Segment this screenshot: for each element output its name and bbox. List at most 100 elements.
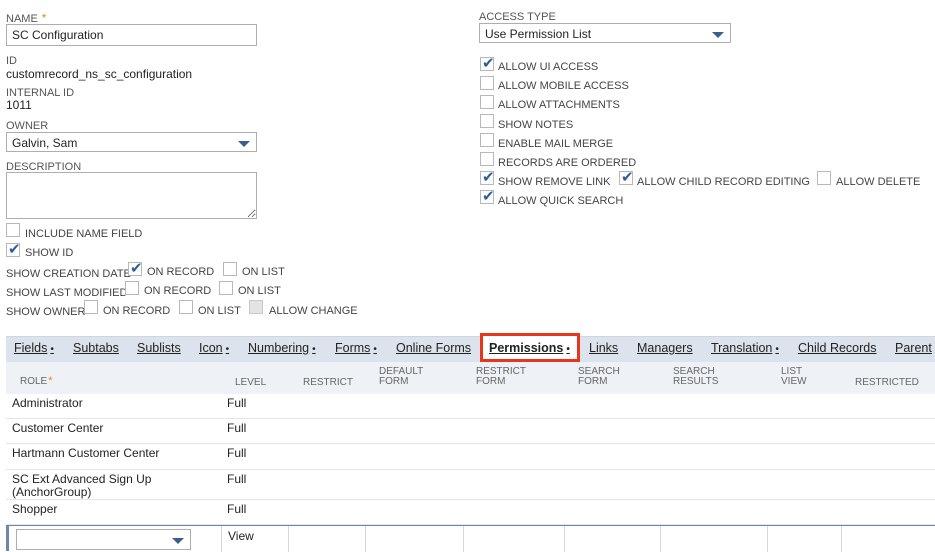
show-id-label: SHOW ID (25, 247, 74, 259)
allow-mobile-access-checkbox[interactable] (480, 76, 494, 90)
records-are-ordered-label: RECORDS ARE ORDERED (498, 157, 637, 169)
tab-online-forms[interactable]: Online Forms (396, 341, 471, 355)
tab-links[interactable]: Links (589, 341, 618, 355)
row-level: Full (227, 396, 247, 410)
tab-permissions[interactable]: Permissions • (489, 341, 570, 355)
owner-allow-change-label: ALLOW CHANGE (269, 305, 358, 317)
new-permission-row[interactable]: View (6, 525, 935, 552)
tab-subtabs[interactable]: Subtabs (73, 341, 119, 355)
allow-ui-access-label: ALLOW UI ACCESS (498, 61, 599, 73)
required-marker: * (41, 11, 47, 25)
allow-child-record-editing-checkbox[interactable]: ✔ (619, 168, 634, 186)
show-owner-label: SHOW OWNER (6, 306, 86, 318)
creation-on-record-label: ON RECORD (147, 266, 215, 278)
tab-icon[interactable]: Icon • (199, 341, 229, 355)
creation-on-record-checkbox[interactable]: ✔ (128, 259, 143, 277)
col-list-view[interactable]: LIST VIEW (781, 367, 807, 387)
allow-delete-checkbox[interactable] (817, 171, 831, 185)
modified-on-record-label: ON RECORD (144, 285, 212, 297)
checkmark-icon: ✔ (130, 259, 143, 277)
row-role: Hartmann Customer Center (12, 446, 160, 460)
tab-forms[interactable]: Forms • (335, 341, 377, 355)
row-role: Customer Center (12, 421, 104, 435)
row-role: Administrator (12, 396, 83, 410)
col-restricted[interactable]: RESTRICTED (855, 378, 919, 388)
tab-managers[interactable]: Managers (637, 341, 693, 355)
tab-parent[interactable]: Parent (895, 341, 932, 355)
show-notes-label: SHOW NOTES (498, 119, 574, 131)
owner-on-list-checkbox[interactable] (179, 300, 193, 314)
enable-mail-merge-checkbox[interactable] (480, 133, 494, 147)
row-level: Full (227, 502, 247, 516)
column-divider (288, 526, 289, 552)
include-name-field-checkbox[interactable] (6, 223, 20, 237)
row-level: Full (227, 446, 247, 460)
include-name-field-label: INCLUDE NAME FIELD (25, 228, 143, 240)
col-restrict-form[interactable]: RESTRICT FORM (476, 367, 526, 387)
show-remove-link-label: SHOW REMOVE LINK (498, 176, 611, 188)
show-notes-checkbox[interactable] (480, 114, 494, 128)
creation-on-list-checkbox[interactable] (223, 262, 237, 276)
tab-sublists[interactable]: Sublists (137, 341, 181, 355)
enable-mail-merge-label: ENABLE MAIL MERGE (498, 138, 614, 150)
records-are-ordered-checkbox[interactable] (480, 152, 494, 166)
column-divider (463, 526, 464, 552)
table-row[interactable]: Hartmann Customer Center Full (6, 444, 935, 470)
allow-child-record-editing-label: ALLOW CHILD RECORD EDITING (637, 176, 810, 188)
col-level[interactable]: LEVEL (235, 378, 266, 388)
owner-select[interactable]: Galvin, Sam (6, 132, 257, 152)
allow-quick-search-checkbox[interactable]: ✔ (480, 187, 495, 205)
access-type-select[interactable]: Use Permission List (479, 23, 731, 43)
column-divider (841, 526, 842, 552)
column-divider (221, 526, 222, 552)
col-default-form[interactable]: DEFAULT FORM (379, 367, 423, 387)
checkmark-icon: ✔ (482, 168, 495, 186)
allow-mobile-access-label: ALLOW MOBILE ACCESS (498, 80, 629, 92)
checkmark-icon: ✔ (482, 54, 495, 72)
role-select[interactable] (16, 529, 191, 550)
modified-on-list-label: ON LIST (238, 285, 281, 297)
checkmark-icon: ✔ (8, 240, 21, 258)
table-row[interactable]: Customer Center Full (6, 419, 935, 444)
modified-on-list-checkbox[interactable] (219, 281, 233, 295)
description-textarea[interactable] (6, 172, 257, 219)
column-divider (564, 526, 565, 552)
table-row[interactable]: SC Ext Advanced Sign Up (AnchorGroup) Fu… (6, 470, 935, 500)
row-level: Full (227, 421, 247, 435)
tab-numbering[interactable]: Numbering • (248, 341, 316, 355)
name-input[interactable] (6, 24, 257, 46)
owner-on-record-label: ON RECORD (103, 305, 171, 317)
show-creation-date-label: SHOW CREATION DATE (6, 268, 131, 280)
col-restrict[interactable]: RESTRICT (303, 378, 353, 388)
row-level: Full (227, 472, 247, 486)
row-role-line2: (AnchorGroup) (12, 485, 92, 499)
column-divider (365, 526, 366, 552)
owner-on-record-checkbox[interactable] (84, 300, 98, 314)
owner-on-list-label: ON LIST (198, 305, 241, 317)
id-label: ID (6, 55, 17, 67)
level-value[interactable]: View (228, 530, 254, 543)
table-row[interactable]: Shopper Full (6, 500, 935, 525)
creation-on-list-label: ON LIST (242, 266, 285, 278)
modified-on-record-checkbox[interactable] (125, 281, 139, 295)
tab-translation[interactable]: Translation • (711, 341, 779, 355)
allow-attachments-label: ALLOW ATTACHMENTS (498, 99, 620, 111)
show-remove-link-checkbox[interactable]: ✔ (480, 168, 495, 186)
col-search-results[interactable]: SEARCH RESULTS (673, 367, 718, 387)
allow-quick-search-label: ALLOW QUICK SEARCH (498, 195, 624, 207)
allow-ui-access-checkbox[interactable]: ✔ (480, 54, 495, 72)
id-value: customrecord_ns_sc_configuration (6, 67, 193, 81)
access-type-label: ACCESS TYPE (479, 11, 556, 23)
show-last-modified-label: SHOW LAST MODIFIED (6, 287, 128, 299)
table-row[interactable]: Administrator Full (6, 394, 935, 419)
show-id-checkbox[interactable]: ✔ (6, 240, 21, 258)
internal-id-value: 1011 (6, 98, 32, 112)
tab-fields[interactable]: Fields • (14, 341, 54, 355)
allow-attachments-checkbox[interactable] (480, 95, 494, 109)
col-role[interactable]: ROLE* (20, 376, 53, 387)
col-search-form[interactable]: SEARCH FORM (578, 367, 620, 387)
access-type-value: Use Permission List (485, 27, 592, 41)
tab-child-records[interactable]: Child Records (798, 341, 877, 355)
checkmark-icon: ✔ (482, 187, 495, 205)
chevron-down-icon (712, 32, 724, 38)
